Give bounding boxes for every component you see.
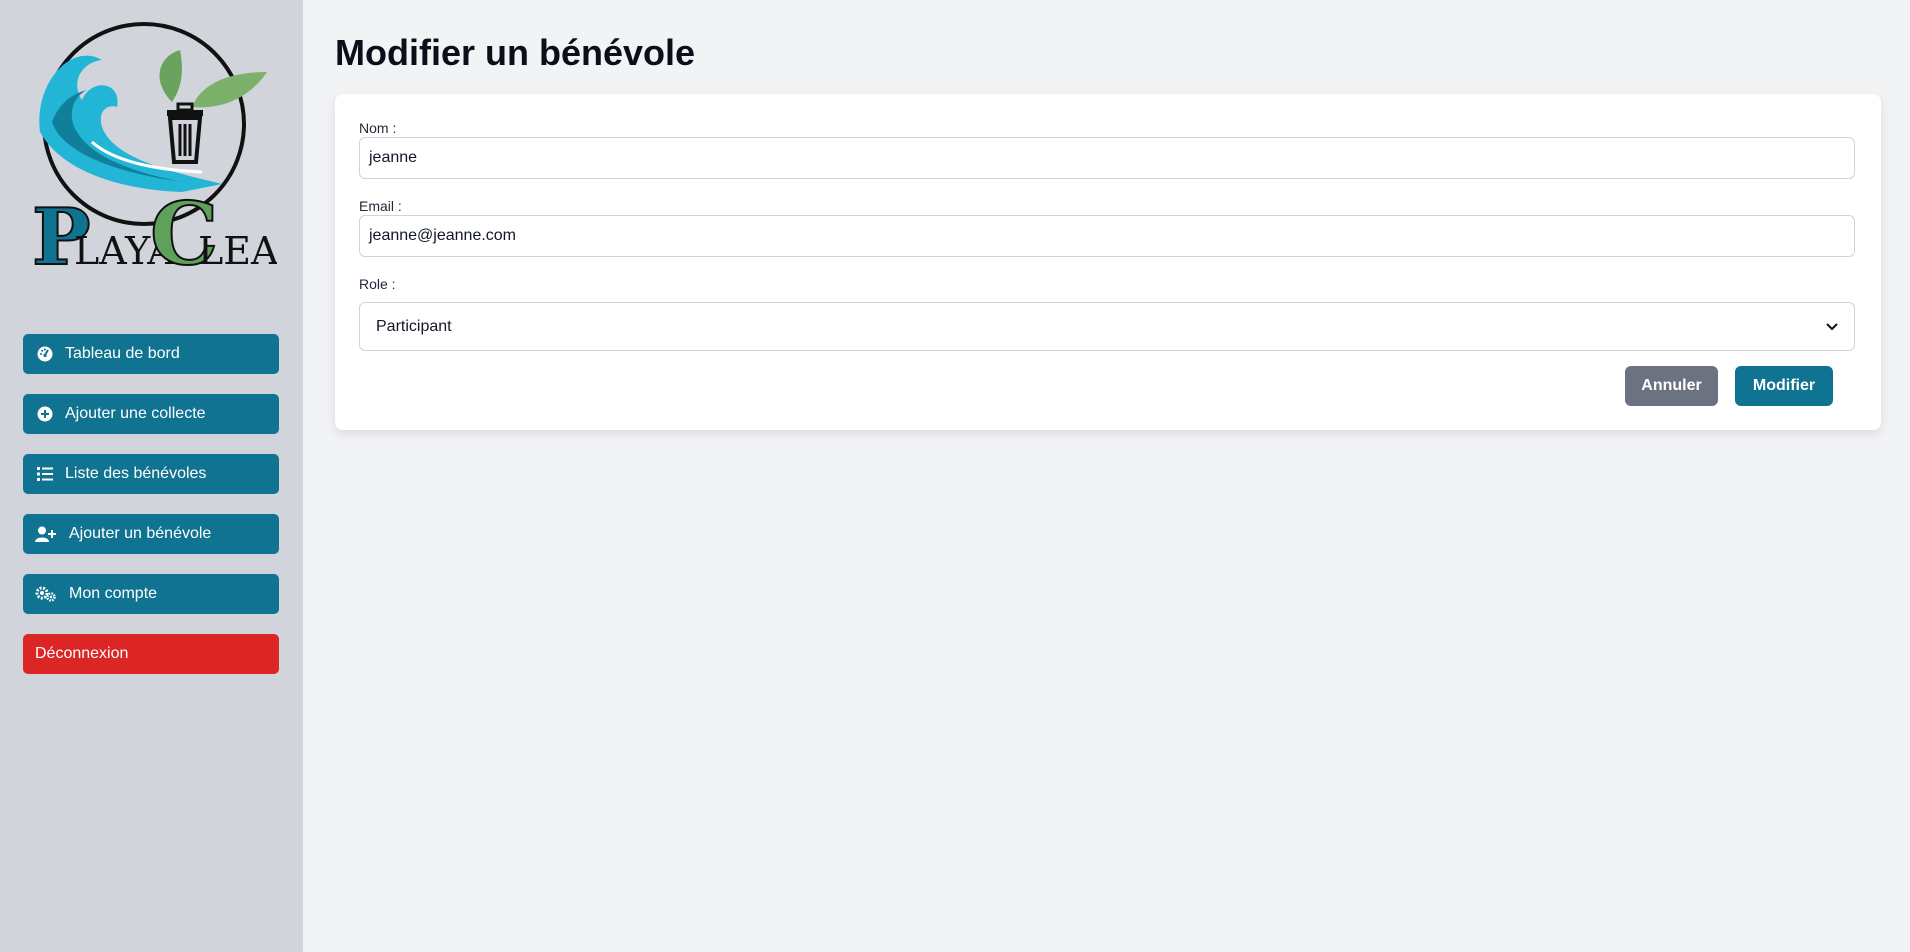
sidebar-item-dashboard[interactable]: Tableau de bord xyxy=(23,334,279,374)
sidebar-item-add-collection[interactable]: Ajouter une collecte xyxy=(23,394,279,434)
sidebar-item-label: Ajouter un bénévole xyxy=(69,525,212,542)
sidebar-item-label: Ajouter une collecte xyxy=(65,405,206,422)
svg-text:LEAN: LEAN xyxy=(198,229,277,272)
email-value: jeanne@jeanne.com xyxy=(369,227,517,244)
edit-volunteer-form: Nom : jeanne Email : jeanne@jeanne.com R… xyxy=(335,94,1881,430)
user-plus-icon xyxy=(35,524,57,544)
name-label: Nom : xyxy=(359,120,397,136)
email-label: Email : xyxy=(359,198,402,214)
dashboard-gauge-icon xyxy=(35,344,55,364)
list-icon xyxy=(35,464,55,484)
cancel-button[interactable]: Annuler xyxy=(1625,366,1718,406)
main-content: Modifier un bénévole Nom : jeanne Email … xyxy=(303,0,1910,952)
sidebar-item-label: Mon compte xyxy=(69,585,158,602)
name-value: jeanne xyxy=(369,149,418,166)
role-label: Role : xyxy=(359,276,396,292)
chevron-down-icon xyxy=(1826,318,1838,336)
role-select[interactable]: Participant xyxy=(359,302,1855,351)
sidebar-nav: Tableau de bord Ajouter une collecte Lis… xyxy=(23,334,279,694)
gears-icon xyxy=(35,584,57,604)
email-field[interactable]: jeanne@jeanne.com xyxy=(359,215,1855,257)
page-title: Modifier un bénévole xyxy=(335,32,696,73)
logout-button[interactable]: Déconnexion xyxy=(23,634,279,674)
name-field[interactable]: jeanne xyxy=(359,137,1855,179)
sidebar-item-label: Tableau de bord xyxy=(65,345,180,362)
modify-button[interactable]: Modifier xyxy=(1735,366,1833,406)
sidebar-item-label: Déconnexion xyxy=(35,645,129,662)
sidebar-item-add-volunteer[interactable]: Ajouter un bénévole xyxy=(23,514,279,554)
sidebar-item-my-account[interactable]: Mon compte xyxy=(23,574,279,614)
plus-circle-icon xyxy=(35,404,55,424)
sidebar-item-label: Liste des bénévoles xyxy=(65,465,207,482)
role-selected-value: Participant xyxy=(376,317,452,335)
playaclean-logo: P LAYA C LEAN xyxy=(31,22,312,286)
sidebar-item-volunteer-list[interactable]: Liste des bénévoles xyxy=(23,454,279,494)
sidebar: P LAYA C LEAN Tableau de bord Ajouter un… xyxy=(0,0,312,952)
